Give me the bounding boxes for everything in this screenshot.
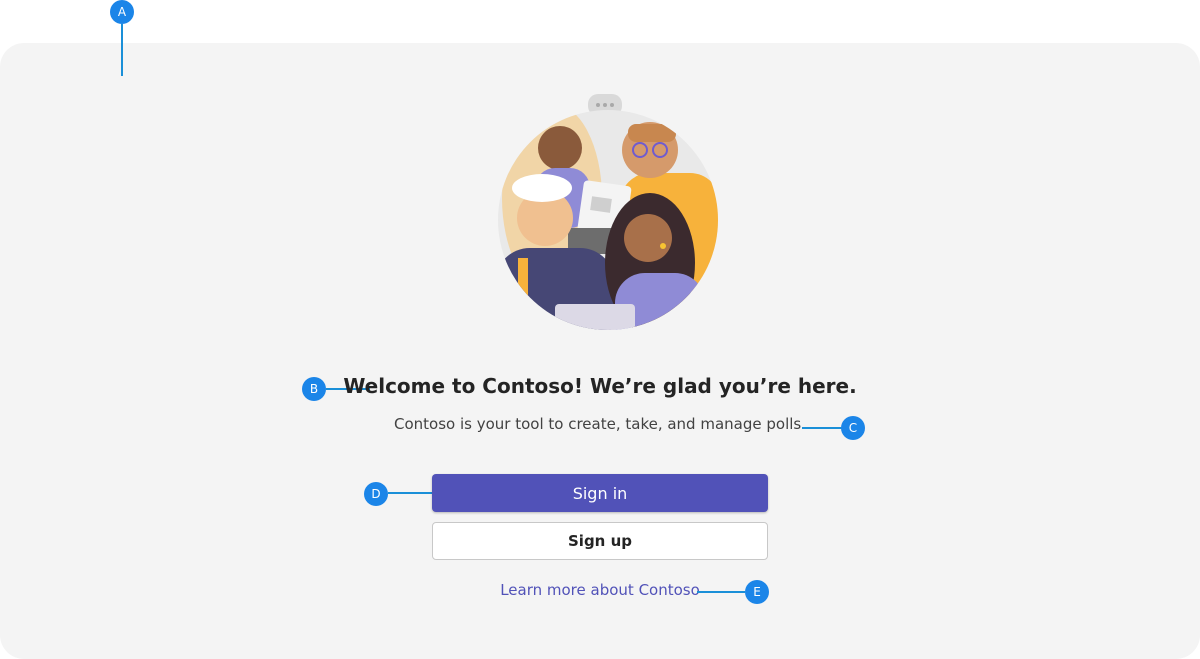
- page-subtitle: Contoso is your tool to create, take, an…: [394, 415, 806, 433]
- learn-more-link[interactable]: Learn more about Contoso: [0, 581, 1200, 599]
- callout-a-badge: A: [110, 0, 134, 24]
- callout-d-line: [388, 492, 432, 494]
- callout-a-line: [121, 24, 123, 76]
- page-title: Welcome to Contoso! We’re glad you’re he…: [343, 374, 857, 398]
- hero-illustration: [480, 88, 720, 334]
- callout-d-badge: D: [364, 482, 388, 506]
- callout-e-badge: E: [745, 580, 769, 604]
- callout-c-line: [802, 427, 842, 429]
- sign-up-button[interactable]: Sign up: [432, 522, 768, 560]
- people-illustration: [498, 94, 718, 330]
- callout-e-line: [697, 591, 745, 593]
- callout-c-badge: C: [841, 416, 865, 440]
- sign-in-button[interactable]: Sign in: [432, 474, 768, 512]
